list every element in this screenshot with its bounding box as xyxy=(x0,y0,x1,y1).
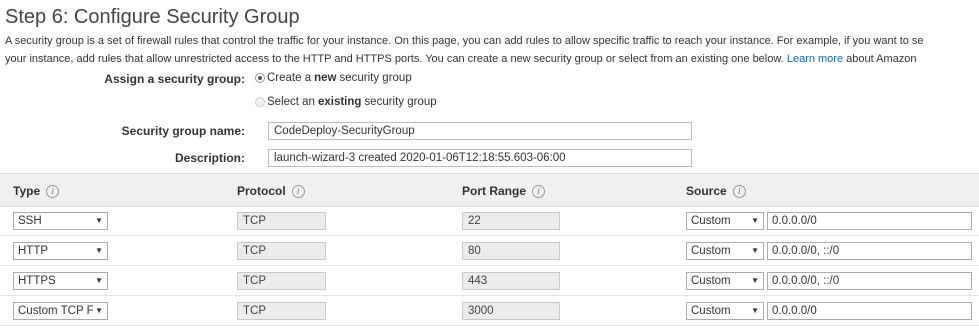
type-value: HTTP xyxy=(18,245,49,257)
type-select[interactable]: HTTP ▼ xyxy=(13,242,108,260)
type-select[interactable]: Custom TCP F ▼ xyxy=(13,302,108,320)
chevron-down-icon: ▼ xyxy=(95,306,103,315)
column-header-label: Type xyxy=(13,184,41,198)
radio-unselected-icon[interactable] xyxy=(255,97,265,107)
chevron-down-icon: ▼ xyxy=(95,276,103,285)
table-row: Custom TCP F ▼ TCP 3000 Custom ▼ 0.0.0.0/0 xyxy=(0,297,979,326)
table-row: SSH ▼ TCP 22 Custom ▼ 0.0.0.0/0 xyxy=(0,207,979,236)
page-title: Step 6: Configure Security Group xyxy=(5,6,300,28)
source-select[interactable]: Custom ▼ xyxy=(686,242,764,260)
description-line-1: A security group is a set of firewall ru… xyxy=(5,35,924,47)
type-select[interactable]: HTTPS ▼ xyxy=(13,272,108,290)
description-line-2: your instance, add rules that allow unre… xyxy=(5,50,979,68)
table-row: HTTPS ▼ TCP 443 Custom ▼ 0.0.0.0/0, ::/0 xyxy=(0,267,979,296)
radio-label-pre: Select an xyxy=(267,96,315,108)
info-icon[interactable]: i xyxy=(532,184,546,198)
security-group-name-label: Security group name: xyxy=(121,124,245,138)
source-input[interactable]: 0.0.0.0/0 xyxy=(767,302,972,320)
column-header-port-range[interactable]: Port Range i xyxy=(462,184,546,198)
source-type-value: Custom xyxy=(691,215,731,227)
chevron-down-icon: ▼ xyxy=(751,216,759,225)
column-header-type[interactable]: Type i xyxy=(13,184,60,198)
assign-security-group-label: Assign a security group: xyxy=(104,72,245,86)
protocol-field: TCP xyxy=(237,212,326,230)
column-header-label: Source xyxy=(686,184,727,198)
type-value: Custom TCP F xyxy=(18,305,94,317)
source-type-value: Custom xyxy=(691,275,731,287)
chevron-down-icon: ▼ xyxy=(751,276,759,285)
column-header-protocol[interactable]: Protocol i xyxy=(237,184,305,198)
radio-label-bold: new xyxy=(314,72,337,84)
port-range-field: 3000 xyxy=(462,302,560,320)
chevron-down-icon: ▼ xyxy=(95,246,103,255)
rules-table-header: Type i Protocol i Port Range i Source i xyxy=(0,173,979,207)
source-input[interactable]: 0.0.0.0/0, ::/0 xyxy=(767,242,972,260)
type-value: SSH xyxy=(18,215,42,227)
description-input[interactable]: launch-wizard-3 created 2020-01-06T12:18… xyxy=(268,149,692,167)
chevron-down-icon: ▼ xyxy=(95,216,103,225)
info-icon[interactable]: i xyxy=(291,184,305,198)
radio-label-post: security group xyxy=(364,96,437,108)
security-group-name-input[interactable]: CodeDeploy-SecurityGroup xyxy=(268,122,692,140)
radio-label-post: security group xyxy=(339,72,412,84)
radio-label-pre: Create a xyxy=(267,72,312,84)
source-input[interactable]: 0.0.0.0/0 xyxy=(767,212,972,230)
radio-selected-icon[interactable] xyxy=(255,73,265,83)
source-type-value: Custom xyxy=(691,305,731,317)
source-type-value: Custom xyxy=(691,245,731,257)
source-select[interactable]: Custom ▼ xyxy=(686,272,764,290)
info-icon[interactable]: i xyxy=(732,184,746,198)
description-text: your instance, add rules that allow unre… xyxy=(5,53,784,65)
column-header-label: Port Range xyxy=(462,184,527,198)
radio-select-existing[interactable]: Select an existing security group xyxy=(255,96,437,108)
source-input[interactable]: 0.0.0.0/0, ::/0 xyxy=(767,272,972,290)
protocol-field: TCP xyxy=(237,242,326,260)
table-row: HTTP ▼ TCP 80 Custom ▼ 0.0.0.0/0, ::/0 xyxy=(0,237,979,266)
source-select[interactable]: Custom ▼ xyxy=(686,302,764,320)
type-value: HTTPS xyxy=(18,275,56,287)
radio-create-new[interactable]: Create a new security group xyxy=(255,72,412,84)
chevron-down-icon: ▼ xyxy=(751,306,759,315)
page-description: A security group is a set of firewall ru… xyxy=(5,32,979,68)
protocol-field: TCP xyxy=(237,302,326,320)
port-range-field: 443 xyxy=(462,272,560,290)
info-icon[interactable]: i xyxy=(46,184,60,198)
port-range-field: 22 xyxy=(462,212,560,230)
protocol-field: TCP xyxy=(237,272,326,290)
chevron-down-icon: ▼ xyxy=(751,246,759,255)
type-select[interactable]: SSH ▼ xyxy=(13,212,108,230)
column-header-source[interactable]: Source i xyxy=(686,184,746,198)
learn-more-link[interactable]: Learn more xyxy=(787,53,843,65)
source-select[interactable]: Custom ▼ xyxy=(686,212,764,230)
description-label: Description: xyxy=(174,151,245,165)
radio-label-bold: existing xyxy=(317,96,362,108)
port-range-field: 80 xyxy=(462,242,560,260)
description-tail: about Amazon xyxy=(846,53,917,65)
column-header-label: Protocol xyxy=(237,184,286,198)
